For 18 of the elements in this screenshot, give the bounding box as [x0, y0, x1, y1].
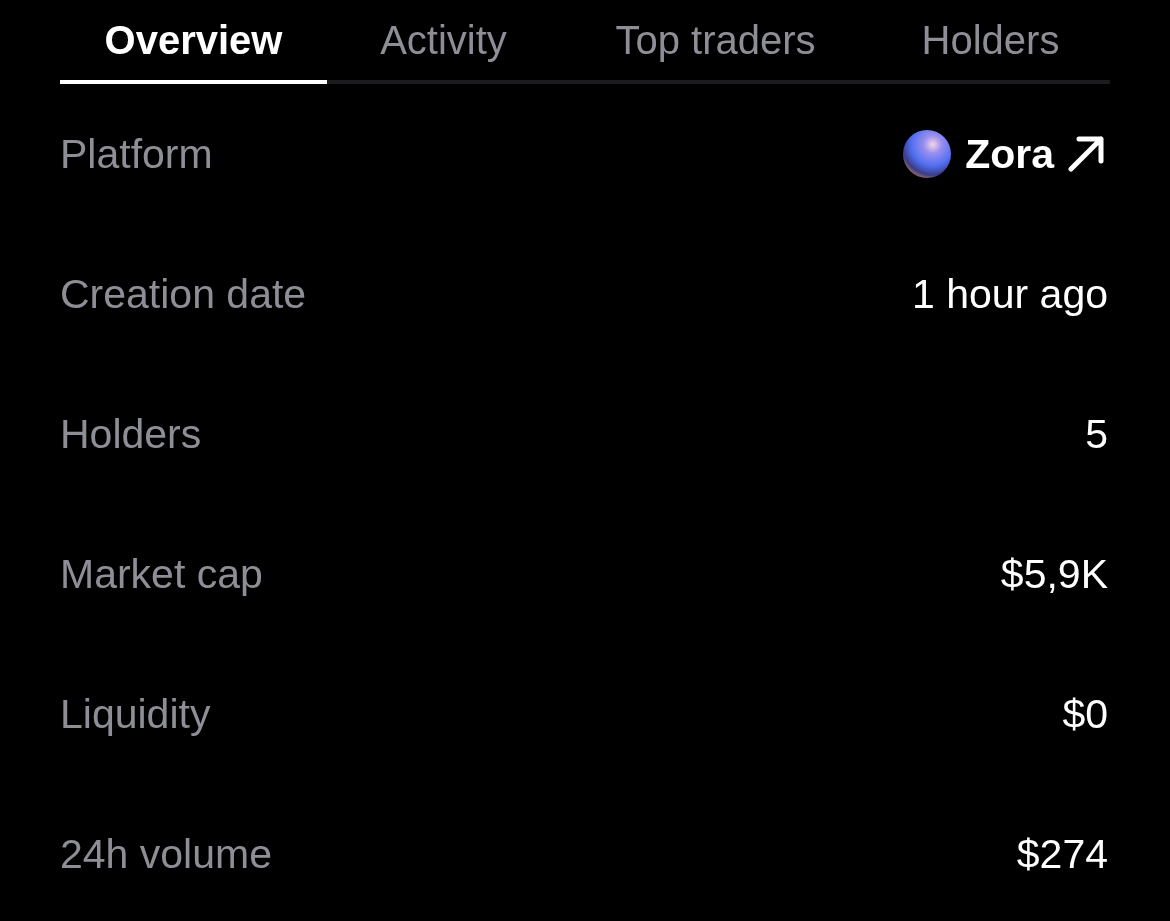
- tab[interactable]: Holders: [871, 0, 1110, 84]
- row-label: Creation date: [60, 273, 307, 315]
- row-label: Market cap: [60, 553, 263, 595]
- row-value: 5: [1085, 413, 1108, 455]
- row-label: 24h volume: [60, 833, 272, 875]
- platform-link[interactable]: Zora: [903, 130, 1104, 178]
- row-value: $5,9K: [1000, 553, 1108, 595]
- tab[interactable]: Top traders: [560, 0, 871, 84]
- tab[interactable]: Activity: [327, 0, 560, 84]
- arrow-up-right-icon: [1068, 136, 1104, 172]
- row-value: $274: [1016, 833, 1108, 875]
- row-label: Holders: [60, 413, 202, 455]
- row-label: Liquidity: [60, 693, 211, 735]
- tab[interactable]: Overview: [60, 0, 327, 84]
- sphere-icon: [903, 130, 952, 178]
- row-label: Platform: [60, 133, 213, 175]
- row-value: $0: [1062, 693, 1108, 735]
- row-value: 1 hour ago: [911, 273, 1108, 315]
